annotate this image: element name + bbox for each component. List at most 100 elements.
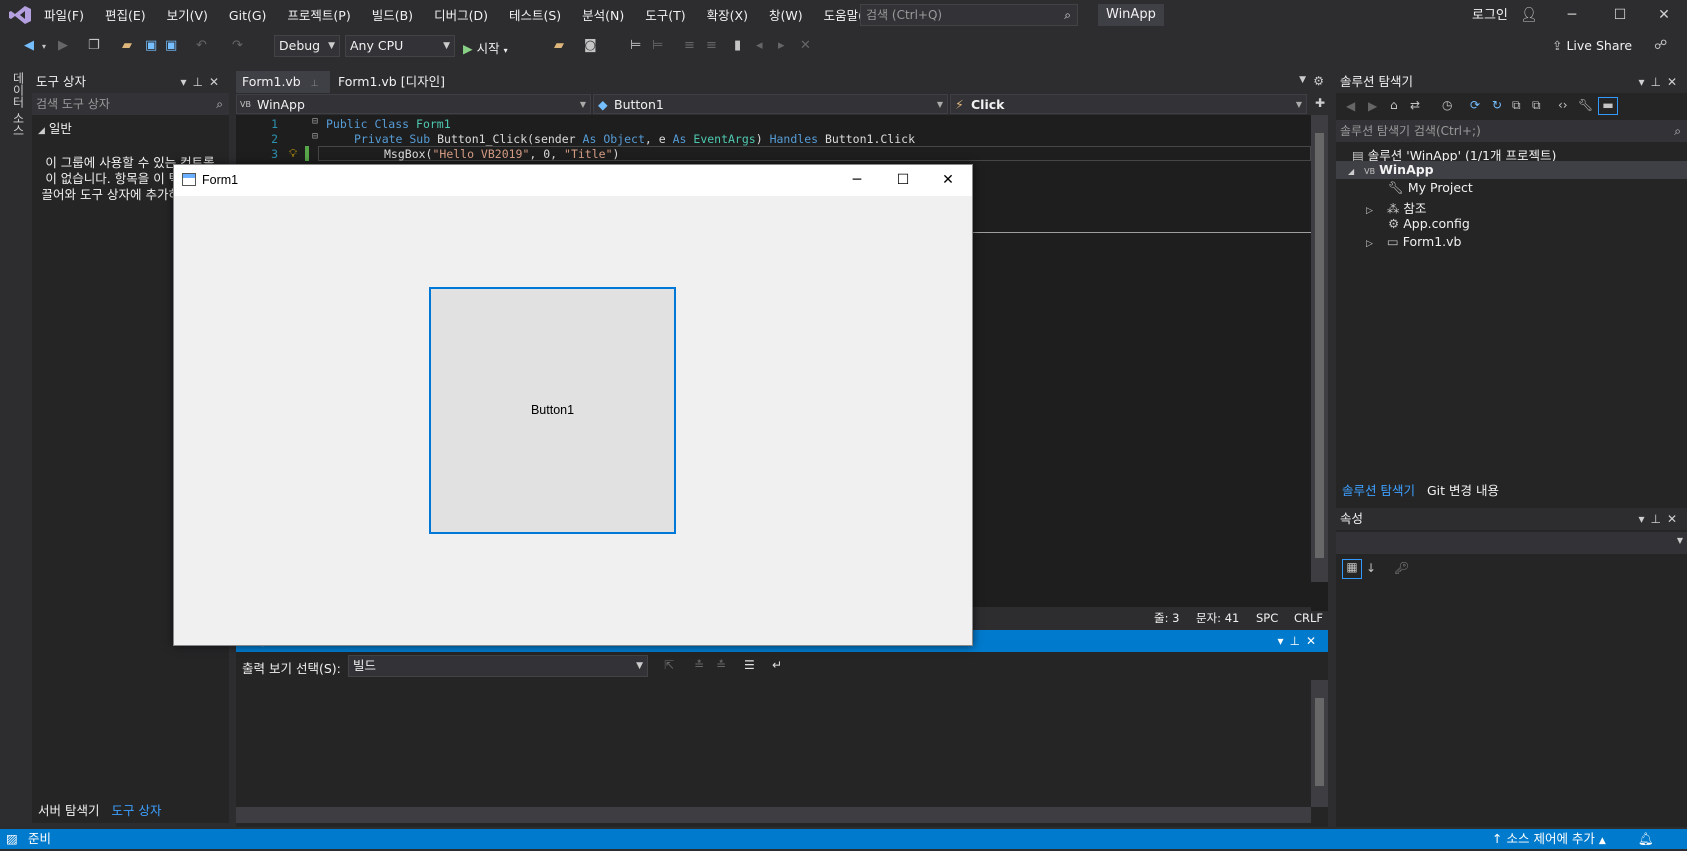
pane-buttons[interactable]: ▾⊥✕ [1638, 71, 1683, 93]
menu-test[interactable]: 테스트(S) [509, 0, 572, 31]
start-button[interactable]: ▶ 시작 ▾ [463, 38, 508, 57]
menu-build[interactable]: 빌드(B) [372, 0, 424, 31]
next-message-icon[interactable]: ≛ [716, 658, 726, 672]
save-icon[interactable]: ▣ [145, 38, 157, 53]
menu-edit[interactable]: 편집(E) [105, 0, 157, 31]
tab-solution-explorer[interactable]: 솔루션 탐색기 [1336, 480, 1421, 502]
data-sources-tab[interactable]: 데이터 소스 [10, 72, 27, 136]
outdent-icon[interactable]: ≡ [684, 38, 695, 53]
solution-search-input[interactable]: 솔루션 탐색기 검색(Ctrl+;) ⌕ [1336, 120, 1687, 142]
platform-dropdown[interactable]: Any CPU ▼ [345, 35, 455, 57]
scrollbar-thumb[interactable] [1315, 133, 1324, 558]
view-code-icon[interactable]: ‹› [1558, 98, 1568, 112]
minimize-icon[interactable]: ─ [834, 165, 880, 196]
refresh-icon[interactable]: ↻ [1492, 98, 1502, 112]
prev-bookmark-icon[interactable]: ◂ [756, 38, 763, 53]
show-all-files-icon[interactable]: ⧉ [1532, 98, 1541, 113]
configuration-dropdown[interactable]: Debug ▼ [274, 35, 340, 57]
toolbox-section-general[interactable]: ◢ 일반 [38, 118, 72, 137]
menu-view[interactable]: 보기(V) [167, 0, 219, 31]
menu-file[interactable]: 파일(F) [44, 0, 95, 31]
pane-buttons[interactable]: ▾⊥✕ [180, 71, 225, 93]
tab-server-explorer[interactable]: 서버 탐색기 [32, 801, 105, 823]
object-dropdown[interactable]: ◆ Button1 ▼ [593, 94, 948, 114]
forward-icon[interactable]: ▶ [1368, 99, 1377, 113]
navigate-back-icon[interactable]: ◀ [24, 38, 34, 53]
sync-icon[interactable]: ⟳ [1470, 98, 1480, 112]
tab-toolbox[interactable]: 도구 상자 [105, 801, 168, 823]
tree-item-references[interactable]: ▷ ⁂ 참조 [1366, 198, 1426, 217]
tree-project[interactable]: ◢ VB WinApp [1336, 161, 1687, 179]
event-dropdown[interactable]: ⚡︎ Click ▼ [950, 94, 1307, 114]
menu-extensions[interactable]: 확장(X) [707, 0, 759, 31]
back-icon[interactable]: ◀ [1346, 99, 1355, 113]
menu-window[interactable]: 창(W) [769, 0, 814, 31]
live-share-button[interactable]: ⇪ Live Share [1552, 38, 1632, 53]
output-h-scrollbar[interactable] [236, 807, 1311, 823]
close-icon[interactable]: ✕ [925, 165, 971, 196]
form-title-bar[interactable]: Form1 ─ ☐ ✕ [174, 165, 972, 196]
maximize-icon[interactable]: ☐ [1597, 0, 1643, 31]
tab-git-changes[interactable]: Git 변경 내용 [1421, 480, 1505, 502]
split-icon[interactable]: ✚ [1315, 96, 1325, 110]
switch-views-icon[interactable]: ⇄ [1410, 98, 1420, 112]
preview-icon[interactable]: ▬ [1598, 97, 1618, 115]
navigate-forward-icon[interactable]: ▶ [58, 38, 68, 53]
maximize-icon[interactable]: ☐ [880, 165, 926, 196]
chevron-down-icon[interactable]: ▼ [1299, 75, 1306, 85]
align-center-icon[interactable]: ⊨ [652, 38, 663, 53]
form-designer-window[interactable]: Form1 ─ ☐ ✕ Button1 [173, 164, 973, 646]
properties-object-dropdown[interactable]: ▼ [1336, 532, 1687, 554]
properties-wrench-icon[interactable]: 🔧︎ [1578, 98, 1593, 112]
menu-git[interactable]: Git(G) [229, 0, 278, 31]
categorized-icon[interactable]: ▦ [1342, 559, 1362, 579]
save-all-icon[interactable]: ▣ [165, 38, 177, 53]
collapse-icon[interactable]: ⊟ [312, 131, 318, 142]
menu-project[interactable]: 프로젝트(P) [287, 0, 361, 31]
open-folder-icon[interactable]: ▰ [554, 38, 564, 53]
gear-icon[interactable]: ⚙ [1313, 74, 1324, 88]
clear-bookmarks-icon[interactable]: ✕ [800, 38, 811, 53]
indent-icon[interactable]: ≡ [706, 38, 717, 53]
tree-item-app-config[interactable]: ⚙ App.config [1388, 216, 1470, 231]
minimize-icon[interactable]: ─ [1549, 0, 1595, 31]
tab-form1-designer[interactable]: Form1.vb [디자인] [332, 71, 451, 93]
menu-debug[interactable]: 디버그(D) [434, 0, 499, 31]
search-input[interactable]: 검색 (Ctrl+Q) ⌕ [860, 4, 1078, 26]
scrollbar-thumb[interactable] [1315, 698, 1324, 786]
word-wrap-icon[interactable]: ↵ [772, 658, 782, 672]
output-scrollbar[interactable] [1311, 680, 1328, 807]
screenshot-icon[interactable]: ◙ [584, 38, 597, 53]
source-control-button[interactable]: ↑ 소스 제어에 추가 ▲ [1492, 829, 1606, 851]
vertical-scrollbar[interactable] [1311, 115, 1328, 582]
tab-form1-vb[interactable]: Form1.vb ⊥ ✕ [236, 71, 330, 113]
previous-message-icon[interactable]: ≛ [694, 658, 704, 672]
collapse-icon[interactable]: ⊟ [312, 116, 318, 127]
pane-buttons[interactable]: ▾⊥✕ [1638, 508, 1683, 530]
find-message-icon[interactable]: ⇱ [664, 658, 674, 672]
collapse-all-icon[interactable]: ⧉ [1512, 98, 1521, 113]
button1-control[interactable]: Button1 [429, 287, 676, 534]
toolbox-search-input[interactable]: 검색 도구 상자 ⌕ [32, 93, 229, 115]
tree-item-my-project[interactable]: 🔧︎ My Project [1388, 180, 1473, 196]
alphabetical-icon[interactable]: ↓ [1366, 561, 1376, 575]
undo-icon[interactable]: ↶ [196, 38, 207, 53]
next-bookmark-icon[interactable]: ▸ [778, 38, 785, 53]
align-icon[interactable]: ⊨ [630, 38, 641, 53]
pane-buttons[interactable]: ▾⊥✕ [1277, 630, 1322, 652]
feedback-icon[interactable]: ☍ [1654, 38, 1667, 53]
chevron-down-icon[interactable]: ▾ [42, 42, 46, 51]
notification-bell-icon[interactable]: 🔔︎ [1638, 829, 1654, 849]
close-icon[interactable]: ✕ [1641, 0, 1687, 31]
tree-item-form1[interactable]: ▷ ▭ Form1.vb [1366, 234, 1461, 249]
menu-analyze[interactable]: 분석(N) [582, 0, 635, 31]
open-file-icon[interactable]: ▰ [122, 38, 132, 53]
output-source-dropdown[interactable]: 빌드 ▼ [348, 655, 648, 677]
pending-changes-icon[interactable]: ◷ [1442, 98, 1452, 112]
clear-all-icon[interactable]: ☰ [744, 658, 755, 672]
lightbulb-icon[interactable]: 💡︎ [289, 146, 297, 161]
menu-tools[interactable]: 도구(T) [645, 0, 696, 31]
bookmark-icon[interactable]: ▮ [734, 38, 741, 53]
property-pages-icon[interactable]: 🔑︎ [1394, 561, 1409, 575]
project-dropdown[interactable]: VB WinApp ▼ [236, 94, 591, 114]
